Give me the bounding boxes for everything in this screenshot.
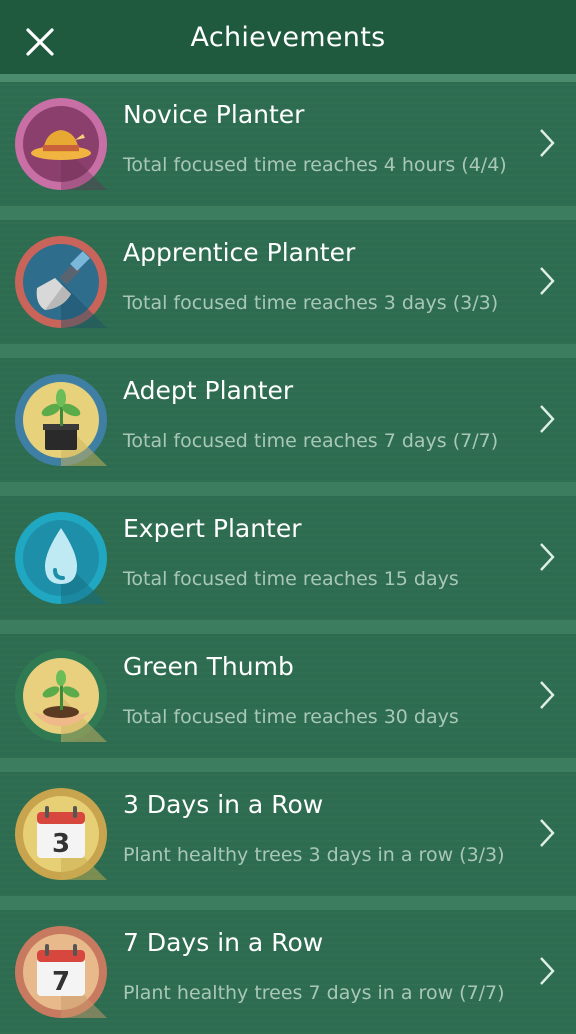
achievement-title: 7 Days in a Row	[123, 928, 324, 957]
trowel-icon	[15, 236, 107, 328]
achievement-description: Plant healthy trees 3 days in a row (3/3…	[123, 844, 505, 866]
row-separator	[0, 206, 576, 220]
header-bar: Achievements	[0, 0, 576, 74]
chevron-right-icon	[540, 543, 555, 571]
achievement-title: Expert Planter	[123, 514, 302, 543]
achievement-title: Green Thumb	[123, 652, 294, 681]
seedling-hands-icon	[15, 650, 107, 742]
achievement-title: Apprentice Planter	[123, 238, 356, 267]
achievement-row-green-thumb[interactable]: Green Thumb Total focused time reaches 3…	[0, 634, 576, 758]
achievement-row-expert-planter[interactable]: Expert Planter Total focused time reache…	[0, 496, 576, 620]
page-title: Achievements	[190, 22, 386, 53]
achievement-row-3-days-in-a-row[interactable]: 3 3 Days in a Row Plant healthy trees 3 …	[0, 772, 576, 896]
achievement-row-adept-planter[interactable]: Adept Planter Total focused time reaches…	[0, 358, 576, 482]
achievement-description: Total focused time reaches 30 days	[123, 706, 459, 728]
water-drop-icon	[15, 512, 107, 604]
header-divider	[0, 74, 576, 82]
achievement-description: Total focused time reaches 4 hours (4/4)	[123, 154, 507, 176]
chevron-right-icon	[540, 129, 555, 157]
achievement-row-novice-planter[interactable]: Novice Planter Total focused time reache…	[0, 82, 576, 206]
chevron-right-icon	[540, 681, 555, 709]
chevron-right-icon	[540, 957, 555, 985]
calendar-7-icon: 7	[15, 926, 107, 1018]
chevron-right-icon	[540, 405, 555, 433]
achievement-title: Novice Planter	[123, 100, 305, 129]
calendar-number: 3	[52, 829, 70, 859]
calendar-3-icon: 3	[15, 788, 107, 880]
achievement-description: Plant healthy trees 7 days in a row (7/7…	[123, 982, 505, 1004]
row-separator	[0, 482, 576, 496]
achievement-description: Total focused time reaches 7 days (7/7)	[123, 430, 499, 452]
row-separator	[0, 758, 576, 772]
straw-hat-icon	[15, 98, 107, 190]
achievement-row-apprentice-planter[interactable]: Apprentice Planter Total focused time re…	[0, 220, 576, 344]
calendar-number: 7	[52, 967, 70, 997]
row-separator	[0, 344, 576, 358]
achievement-row-7-days-in-a-row[interactable]: 7 7 Days in a Row Plant healthy trees 7 …	[0, 910, 576, 1034]
achievement-title: 3 Days in a Row	[123, 790, 324, 819]
chevron-right-icon	[540, 819, 555, 847]
achievement-description: Total focused time reaches 3 days (3/3)	[123, 292, 499, 314]
chevron-right-icon	[540, 267, 555, 295]
row-separator	[0, 896, 576, 910]
achievement-description: Total focused time reaches 15 days	[123, 568, 459, 590]
achievement-title: Adept Planter	[123, 376, 294, 405]
row-separator	[0, 620, 576, 634]
potted-plant-icon	[15, 374, 107, 466]
achievements-list: Novice Planter Total focused time reache…	[0, 82, 576, 1034]
